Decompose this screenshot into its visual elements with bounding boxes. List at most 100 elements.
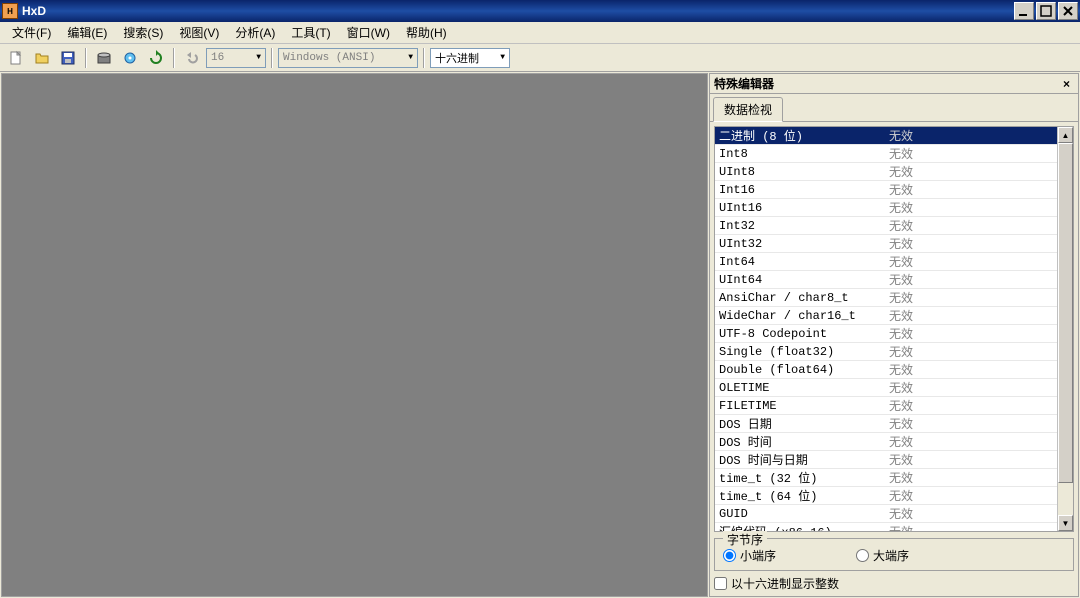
menu-edit[interactable]: 编辑(E) <box>59 22 115 43</box>
inspector-scrollbar[interactable]: ▲ ▼ <box>1057 127 1073 531</box>
maximize-button[interactable] <box>1036 2 1056 20</box>
scroll-down-button[interactable]: ▼ <box>1058 515 1073 531</box>
inspector-row-value: 无效 <box>885 415 1057 432</box>
radio-big-endian[interactable]: 大端序 <box>856 547 909 564</box>
hex-integers-checkbox[interactable] <box>714 577 727 590</box>
inspector-row[interactable]: Int16无效 <box>715 181 1057 199</box>
scroll-thumb[interactable] <box>1058 143 1073 483</box>
inspector-row[interactable]: Double (float64)无效 <box>715 361 1057 379</box>
titlebar: H HxD <box>0 0 1080 22</box>
menu-tools[interactable]: 工具(T) <box>283 22 338 43</box>
encoding-combo[interactable]: Windows (ANSI) ▼ <box>278 48 418 68</box>
data-table: 二进制 (8 位)无效Int8无效UInt8无效Int16无效UInt16无效I… <box>715 127 1057 531</box>
bytes-per-row-combo[interactable]: 16 ▼ <box>206 48 266 68</box>
open-file-button[interactable] <box>30 47 54 69</box>
tab-data-view[interactable]: 数据检视 <box>713 97 783 122</box>
inspector-row-value: 无效 <box>885 379 1057 396</box>
minimize-button[interactable] <box>1014 2 1034 20</box>
inspector-body: 二进制 (8 位)无效Int8无效UInt8无效Int16无效UInt16无效I… <box>710 122 1078 596</box>
number-base-combo[interactable]: 十六进制 ▼ <box>430 48 510 68</box>
refresh-button[interactable] <box>144 47 168 69</box>
radio-big-endian-input[interactable] <box>856 549 869 562</box>
inspector-row-name: 二进制 (8 位) <box>715 127 885 144</box>
menu-help[interactable]: 帮助(H) <box>398 22 455 43</box>
inspector-row-value: 无效 <box>885 343 1057 360</box>
toolbar-separator <box>173 48 175 68</box>
inspector-row-name: Single (float32) <box>715 345 885 359</box>
inspector-row-value: 无效 <box>885 505 1057 522</box>
window-controls <box>1014 2 1078 20</box>
app-icon: H <box>2 3 18 19</box>
inspector-row[interactable]: DOS 时间无效 <box>715 433 1057 451</box>
inspector-row-name: time_t (64 位) <box>715 487 885 504</box>
menu-search[interactable]: 搜索(S) <box>115 22 171 43</box>
byte-order-title: 字节序 <box>723 531 767 548</box>
disk-icon <box>96 50 112 66</box>
open-disk-button[interactable] <box>92 47 116 69</box>
inspector-row[interactable]: WideChar / char16_t无效 <box>715 307 1057 325</box>
inspector-row[interactable]: 二进制 (8 位)无效 <box>715 127 1057 145</box>
inspector-row-value: 无效 <box>885 235 1057 252</box>
radio-little-endian[interactable]: 小端序 <box>723 547 776 564</box>
inspector-row-name: FILETIME <box>715 399 885 413</box>
inspector-row[interactable]: UInt64无效 <box>715 271 1057 289</box>
hex-editor-area[interactable] <box>1 73 708 597</box>
menu-window[interactable]: 窗口(W) <box>339 22 398 43</box>
inspector-row[interactable]: AnsiChar / char8_t无效 <box>715 289 1057 307</box>
inspector-title: 特殊编辑器 <box>714 75 774 92</box>
menu-view[interactable]: 视图(V) <box>171 22 227 43</box>
inspector-row[interactable]: UTF-8 Codepoint无效 <box>715 325 1057 343</box>
inspector-row-name: 汇编代码 (x86-16) <box>715 523 885 531</box>
inspector-row[interactable]: UInt8无效 <box>715 163 1057 181</box>
data-inspector-panel: 特殊编辑器 × 数据检视 二进制 (8 位)无效Int8无效UInt8无效Int… <box>709 73 1079 597</box>
window-title: HxD <box>22 4 1014 18</box>
inspector-row-name: WideChar / char16_t <box>715 309 885 323</box>
inspector-tabs: 数据检视 <box>710 94 1078 122</box>
inspector-row[interactable]: 汇编代码 (x86-16)无效 <box>715 523 1057 531</box>
inspector-row[interactable]: Int64无效 <box>715 253 1057 271</box>
scroll-track[interactable] <box>1058 143 1073 515</box>
inspector-row[interactable]: Int32无效 <box>715 217 1057 235</box>
inspector-row-value: 无效 <box>885 325 1057 342</box>
maximize-icon <box>1038 3 1054 19</box>
floppy-disk-icon <box>60 50 76 66</box>
inspector-row-value: 无效 <box>885 253 1057 270</box>
undo-button[interactable] <box>180 47 204 69</box>
radio-little-label: 小端序 <box>740 547 776 564</box>
new-file-button[interactable] <box>4 47 28 69</box>
inspector-row[interactable]: Single (float32)无效 <box>715 343 1057 361</box>
inspector-row-name: DOS 日期 <box>715 415 885 432</box>
undo-icon <box>184 50 200 66</box>
inspector-row[interactable]: time_t (64 位)无效 <box>715 487 1057 505</box>
inspector-row-name: DOS 时间 <box>715 433 885 450</box>
main-area: 特殊编辑器 × 数据检视 二进制 (8 位)无效Int8无效UInt8无效Int… <box>0 72 1080 598</box>
toolbar-separator <box>271 48 273 68</box>
inspector-row[interactable]: DOS 日期无效 <box>715 415 1057 433</box>
number-base-value: 十六进制 <box>435 50 479 66</box>
close-button[interactable] <box>1058 2 1078 20</box>
inspector-row-value: 无效 <box>885 289 1057 306</box>
inspector-row[interactable]: DOS 时间与日期无效 <box>715 451 1057 469</box>
inspector-row-name: UInt16 <box>715 201 885 215</box>
open-ram-button[interactable] <box>118 47 142 69</box>
inspector-row-value: 无效 <box>885 451 1057 468</box>
inspector-row[interactable]: UInt16无效 <box>715 199 1057 217</box>
byte-order-radios: 小端序 大端序 <box>723 545 1065 566</box>
menu-file[interactable]: 文件(F) <box>4 22 59 43</box>
inspector-row[interactable]: UInt32无效 <box>715 235 1057 253</box>
dropdown-arrow-icon: ▼ <box>256 53 261 62</box>
save-button[interactable] <box>56 47 80 69</box>
inspector-row-name: Int16 <box>715 183 885 197</box>
inspector-row-name: Double (float64) <box>715 363 885 377</box>
inspector-row[interactable]: OLETIME无效 <box>715 379 1057 397</box>
scroll-up-button[interactable]: ▲ <box>1058 127 1073 143</box>
radio-little-endian-input[interactable] <box>723 549 736 562</box>
inspector-row[interactable]: time_t (32 位)无效 <box>715 469 1057 487</box>
inspector-close-button[interactable]: × <box>1059 77 1074 91</box>
inspector-row[interactable]: GUID无效 <box>715 505 1057 523</box>
inspector-row-name: AnsiChar / char8_t <box>715 291 885 305</box>
inspector-row[interactable]: Int8无效 <box>715 145 1057 163</box>
refresh-icon <box>148 50 164 66</box>
menu-analysis[interactable]: 分析(A) <box>227 22 283 43</box>
inspector-row[interactable]: FILETIME无效 <box>715 397 1057 415</box>
